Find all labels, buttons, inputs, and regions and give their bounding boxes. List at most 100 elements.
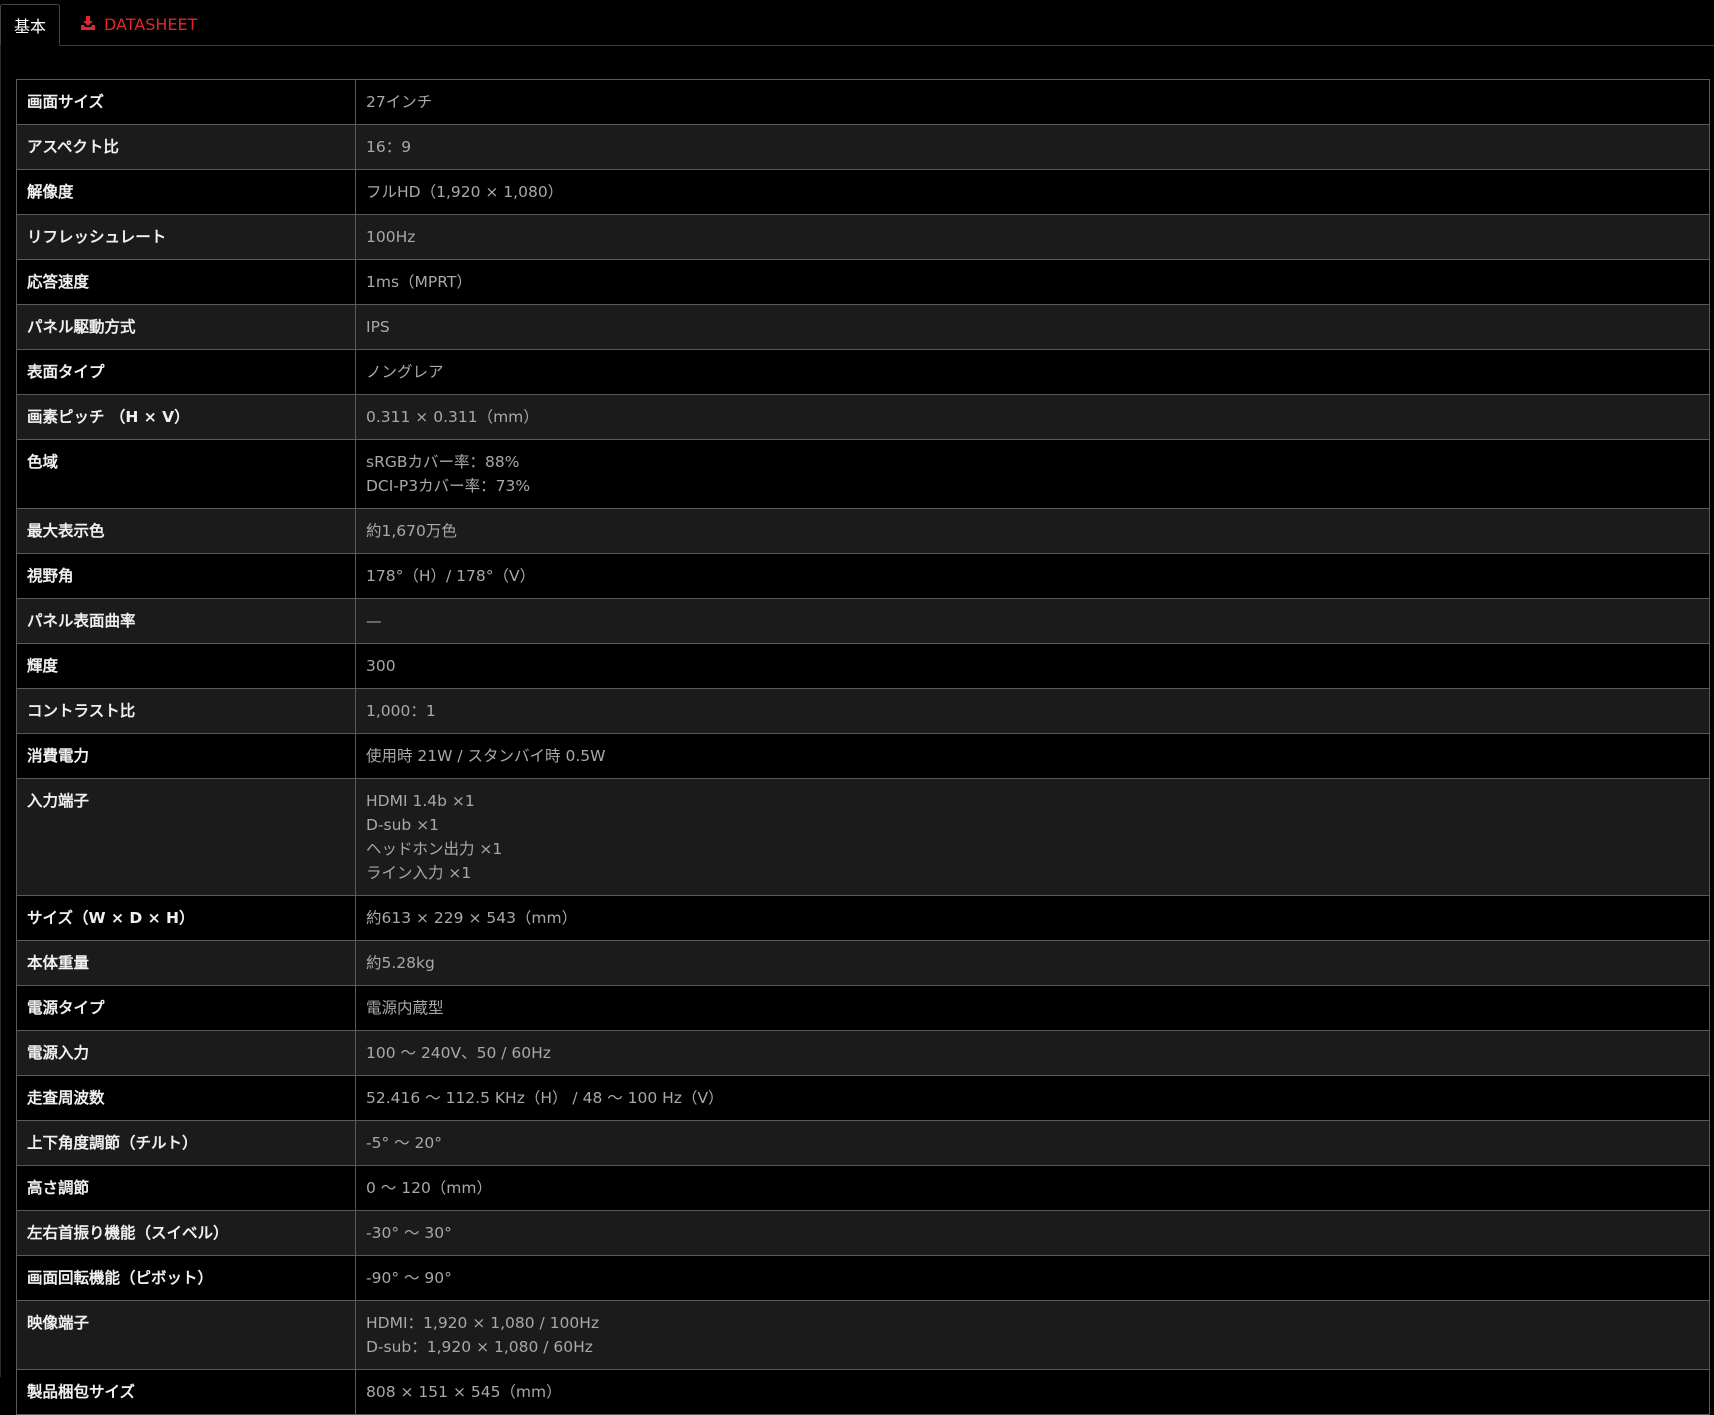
spec-value: 約1,670万色: [355, 508, 1710, 554]
spec-row: コントラスト比 1,000：1: [16, 688, 1710, 734]
panel-border: [0, 46, 1, 1377]
spec-label: アスペクト比: [16, 124, 356, 170]
spec-value-line: -5° ～ 20°: [366, 1134, 443, 1152]
spec-table: 画面サイズ 27インチ アスペクト比 16：9 解像度 フルHD（1,920 × 1,08…: [16, 79, 1710, 1415]
spec-label: 入力端子: [16, 778, 356, 896]
tab-bar: 基本 DATASHEET: [0, 0, 1714, 46]
spec-label: 画面サイズ: [16, 79, 356, 125]
spec-value: 0.311 × 0.311（mm）: [355, 394, 1710, 440]
spec-label: 最大表示色: [16, 508, 356, 554]
download-icon: [80, 15, 96, 35]
spec-label: 画素ピッチ （H × V）: [16, 394, 356, 440]
spec-row: 輝度 300: [16, 643, 1710, 689]
spec-value: —: [355, 598, 1710, 644]
spec-value-line: 100Hz: [366, 228, 416, 246]
spec-value: 電源内蔵型: [355, 985, 1710, 1031]
spec-value: -30° ～ 30°: [355, 1210, 1710, 1256]
spec-value-line: 1,000：1: [366, 702, 436, 720]
spec-value: 1,000：1: [355, 688, 1710, 734]
spec-row: パネル表面曲率 —: [16, 598, 1710, 644]
tab-datasheet[interactable]: DATASHEET: [80, 4, 197, 45]
spec-label: 本体重量: [16, 940, 356, 986]
tab-basic[interactable]: 基本: [0, 4, 60, 46]
spec-row: 応答速度 1ms（MPRT）: [16, 259, 1710, 305]
spec-value: 使用時 21W / スタンバイ時 0.5W: [355, 733, 1710, 779]
spec-label: サイズ（W × D × H）: [16, 895, 356, 941]
spec-value: 100 ～ 240V、50 / 60Hz: [355, 1030, 1710, 1076]
spec-label: 高さ調節: [16, 1165, 356, 1211]
spec-value-line: 16：9: [366, 138, 412, 156]
spec-value-line: 電源内蔵型: [366, 999, 444, 1017]
spec-value-line: —: [366, 612, 382, 630]
spec-row: 最大表示色 約1,670万色: [16, 508, 1710, 554]
spec-value-line: 約5.28kg: [366, 954, 435, 972]
spec-row: 表面タイプ ノングレア: [16, 349, 1710, 395]
spec-label: パネル表面曲率: [16, 598, 356, 644]
spec-value: 約613 × 229 × 543（mm）: [355, 895, 1710, 941]
spec-row: 解像度 フルHD（1,920 × 1,080）: [16, 169, 1710, 215]
spec-value: 52.416 ～ 112.5 KHz（H） / 48 ～ 100 Hz（V）: [355, 1075, 1710, 1121]
spec-row: 電源タイプ 電源内蔵型: [16, 985, 1710, 1031]
tab-datasheet-label: DATASHEET: [104, 15, 198, 34]
spec-value: -5° ～ 20°: [355, 1120, 1710, 1166]
spec-value-line: ヘッドホン出力 ×1: [366, 840, 503, 858]
spec-value: 300: [355, 643, 1710, 689]
spec-label: 輝度: [16, 643, 356, 689]
spec-value: 178°（H）/ 178°（V）: [355, 553, 1710, 599]
spec-value: -90° ～ 90°: [355, 1255, 1710, 1301]
spec-value: 約5.28kg: [355, 940, 1710, 986]
spec-value-line: ライン入力 ×1: [366, 864, 472, 882]
spec-label: 画面回転機能（ピボット）: [16, 1255, 356, 1301]
spec-value: HDMI：1,920 × 1,080 / 100Hz D-sub：1,920 × …: [355, 1300, 1710, 1370]
spec-label: 製品梱包サイズ: [16, 1369, 356, 1415]
spec-row: アスペクト比 16：9: [16, 124, 1710, 170]
spec-row: 入力端子 HDMI 1.4b ×1 D-sub ×1 ヘッドホン出力 ×1 ライン入力 …: [16, 778, 1710, 896]
spec-row: 画面サイズ 27インチ: [16, 79, 1710, 125]
spec-row: 走査周波数 52.416 ～ 112.5 KHz（H） / 48 ～ 100 Hz…: [16, 1075, 1710, 1121]
spec-row: サイズ（W × D × H） 約613 × 229 × 543（mm）: [16, 895, 1710, 941]
spec-label: 走査周波数: [16, 1075, 356, 1121]
spec-value-line: 約1,670万色: [366, 522, 457, 540]
spec-value-line: -90° ～ 90°: [366, 1269, 452, 1287]
spec-value-line: IPS: [366, 318, 390, 336]
spec-value-line: 27インチ: [366, 93, 433, 111]
spec-label: コントラスト比: [16, 688, 356, 734]
spec-label: パネル駆動方式: [16, 304, 356, 350]
spec-row: リフレッシュレート 100Hz: [16, 214, 1710, 260]
spec-label: 映像端子: [16, 1300, 356, 1370]
spec-row: 製品梱包サイズ 808 × 151 × 545（mm）: [16, 1369, 1710, 1415]
spec-label: 消費電力: [16, 733, 356, 779]
spec-label: 電源タイプ: [16, 985, 356, 1031]
spec-label: 解像度: [16, 169, 356, 215]
spec-row: パネル駆動方式 IPS: [16, 304, 1710, 350]
spec-row: 画素ピッチ （H × V） 0.311 × 0.311（mm）: [16, 394, 1710, 440]
spec-value-line: ノングレア: [366, 363, 444, 381]
spec-label: 上下角度調節（チルト）: [16, 1120, 356, 1166]
spec-value-line: フルHD（1,920 × 1,080）: [366, 183, 564, 201]
spec-row: 電源入力 100 ～ 240V、50 / 60Hz: [16, 1030, 1710, 1076]
spec-value-line: D-sub ×1: [366, 816, 440, 834]
spec-row: 画面回転機能（ピボット） -90° ～ 90°: [16, 1255, 1710, 1301]
spec-label: 左右首振り機能（スイベル）: [16, 1210, 356, 1256]
spec-row: 視野角 178°（H）/ 178°（V）: [16, 553, 1710, 599]
spec-value-line: -30° ～ 30°: [366, 1224, 452, 1242]
spec-value-line: HDMI：1,920 × 1,080 / 100Hz: [366, 1314, 600, 1332]
spec-value: 808 × 151 × 545（mm）: [355, 1369, 1710, 1415]
spec-value: IPS: [355, 304, 1710, 350]
spec-value: 16：9: [355, 124, 1710, 170]
spec-value-line: 300: [366, 657, 396, 675]
spec-row: 映像端子 HDMI：1,920 × 1,080 / 100Hz D-sub：1,92…: [16, 1300, 1710, 1370]
spec-row: 左右首振り機能（スイベル） -30° ～ 30°: [16, 1210, 1710, 1256]
spec-label: 電源入力: [16, 1030, 356, 1076]
spec-row: 上下角度調節（チルト） -5° ～ 20°: [16, 1120, 1710, 1166]
spec-label: 視野角: [16, 553, 356, 599]
spec-label: 色域: [16, 439, 356, 509]
spec-value: 1ms（MPRT）: [355, 259, 1710, 305]
spec-value: 100Hz: [355, 214, 1710, 260]
spec-value-line: 約613 × 229 × 543（mm）: [366, 909, 578, 927]
spec-label: リフレッシュレート: [16, 214, 356, 260]
spec-value-line: D-sub：1,920 × 1,080 / 60Hz: [366, 1338, 593, 1356]
spec-row: 消費電力 使用時 21W / スタンバイ時 0.5W: [16, 733, 1710, 779]
spec-value: 27インチ: [355, 79, 1710, 125]
spec-value-line: 178°（H）/ 178°（V）: [366, 567, 536, 585]
